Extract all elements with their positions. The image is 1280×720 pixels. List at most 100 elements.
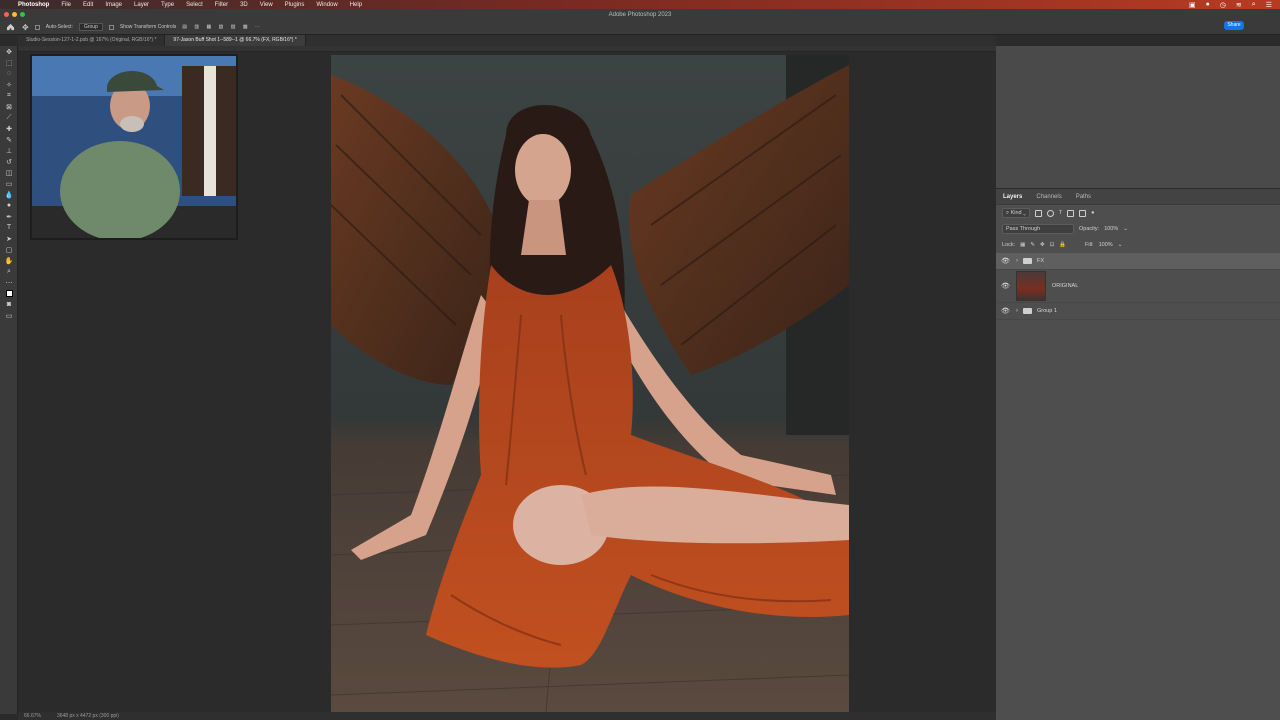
healing-brush-icon[interactable]: ✚ (0, 123, 18, 134)
layer-row-group-1[interactable]: 👁 › Group 1 (996, 303, 1280, 320)
tab-studio-session[interactable]: Studio-Session-127-1-2.psb @ 167% (Origi… (18, 35, 166, 46)
menu-view[interactable]: View (260, 2, 273, 8)
frame-tool-icon[interactable]: ⊠ (0, 101, 18, 112)
color-swatches-icon[interactable] (0, 288, 18, 299)
blur-tool-icon[interactable]: 💧 (0, 189, 18, 200)
history-brush-icon[interactable]: ↺ (0, 156, 18, 167)
layer-thumbnail[interactable] (1016, 271, 1046, 301)
move-tool-icon[interactable]: ✥ (0, 46, 18, 57)
tab-paths[interactable]: Paths (1069, 189, 1098, 205)
share-button[interactable]: Share (1224, 21, 1244, 30)
tools-panel: ✥ ⬚ ◌ ✧ ⌗ ⊠ ⟋ ✚ ✎ ⊥ ↺ ◫ ▭ 💧 ● ✒ T ➤ ▢ ✋ … (0, 46, 18, 714)
filter-kind-label: Kind (1010, 210, 1022, 216)
layer-name[interactable]: Group 1 (1037, 308, 1057, 314)
menu-edit[interactable]: Edit (83, 2, 93, 8)
tab-layers[interactable]: Layers (996, 189, 1029, 205)
opacity-value[interactable]: 100% (1104, 226, 1118, 232)
zoom-level[interactable]: 66.67% (24, 713, 41, 719)
visibility-eye-icon[interactable]: 👁 (1001, 282, 1010, 290)
lock-row: Lock: ▦ ✎ ✥ ⊡ 🔒 Fill: 100% ⌄ (996, 237, 1280, 253)
magic-wand-icon[interactable]: ✧ (0, 79, 18, 90)
opacity-chevron-icon[interactable]: ⌄ (1123, 226, 1128, 232)
expand-caret-icon[interactable]: › (1016, 258, 1018, 264)
blend-row: Pass Through Opacity: 100% ⌄ (996, 221, 1280, 237)
blend-mode-dropdown[interactable]: Pass Through (1002, 224, 1074, 234)
marquee-tool-icon[interactable]: ⬚ (0, 57, 18, 68)
menu-filter[interactable]: Filter (215, 2, 228, 8)
pen-tool-icon[interactable]: ✒ (0, 211, 18, 222)
empty-panel-area (996, 46, 1280, 189)
menu-plugins[interactable]: Plugins (285, 2, 305, 8)
menu-file[interactable]: File (61, 2, 71, 8)
fill-chevron-icon[interactable]: ⌄ (1118, 242, 1123, 248)
menu-app[interactable]: Photoshop (18, 2, 49, 8)
hand-tool-icon[interactable]: ✋ (0, 255, 18, 266)
options-bar: Adobe Photoshop 2023 ✥ Auto-Select: Grou… (0, 9, 1280, 35)
filter-smart-icon[interactable] (1079, 209, 1087, 217)
menu-help[interactable]: Help (350, 2, 362, 8)
screen-mode-icon[interactable]: ▭ (0, 310, 18, 321)
menu-3d[interactable]: 3D (240, 2, 248, 8)
transform-controls-checkbox[interactable] (108, 24, 114, 30)
filter-toggle-icon[interactable]: ● (1091, 210, 1094, 216)
control-center-icon[interactable]: ☰ (1266, 1, 1272, 9)
eraser-icon[interactable]: ◫ (0, 167, 18, 178)
layer-row-original[interactable]: 👁 ORIGINAL (996, 270, 1280, 303)
angel-photo (331, 55, 849, 712)
lock-position-icon[interactable]: ✥ (1040, 242, 1045, 248)
lock-all-icon[interactable]: 🔒 (1059, 242, 1066, 248)
menu-type[interactable]: Type (161, 2, 174, 8)
auto-select-dropdown[interactable]: Group (78, 23, 103, 31)
home-icon[interactable] (6, 23, 15, 31)
clock-icon[interactable]: ◷ (1220, 1, 1226, 9)
lock-pixels-icon[interactable]: ▦ (1020, 242, 1025, 248)
tab-channels[interactable]: Channels (1029, 189, 1068, 205)
transform-controls-label: Show Transform Controls (119, 24, 177, 30)
auto-select-checkbox[interactable] (34, 24, 40, 30)
filter-kind-dropdown[interactable]: ⌕ Kind ⌄ (1002, 208, 1030, 218)
visibility-eye-icon[interactable]: 👁 (1001, 307, 1010, 315)
menu-image[interactable]: Image (105, 2, 122, 8)
more-tools-icon[interactable]: ⋯ (0, 277, 18, 288)
layer-name[interactable]: FX (1037, 258, 1044, 264)
crop-tool-icon[interactable]: ⌗ (0, 90, 18, 101)
brush-tool-icon[interactable]: ✎ (0, 134, 18, 145)
type-tool-icon[interactable]: T (0, 222, 18, 233)
rectangle-tool-icon[interactable]: ▢ (0, 244, 18, 255)
zoom-tool-icon[interactable]: ⌕ (0, 266, 18, 277)
folder-icon (1023, 258, 1032, 264)
lock-paint-icon[interactable]: ✎ (1030, 242, 1035, 248)
window-icon[interactable]: ▣ (1189, 1, 1196, 9)
fill-value[interactable]: 100% (1099, 242, 1113, 248)
layer-row-fx[interactable]: 👁 › FX (996, 253, 1280, 270)
gradient-tool-icon[interactable]: ▭ (0, 178, 18, 189)
filter-shape-icon[interactable] (1067, 209, 1075, 217)
dodge-tool-icon[interactable]: ● (0, 200, 18, 211)
wifi-icon[interactable]: ≋ (1236, 1, 1242, 9)
doc-info[interactable]: 3648 px x 4472 px (300 ppi) (57, 713, 119, 719)
tab-jason-buff[interactable]: 97-Jason Buff Shot 1--589--1 @ 66.7% (FX… (165, 35, 306, 46)
stamp-tool-icon[interactable]: ⊥ (0, 145, 18, 156)
record-icon[interactable]: ● (1206, 1, 1210, 8)
move-tool-icon[interactable]: ✥ (22, 23, 29, 32)
visibility-eye-icon[interactable]: 👁 (1001, 257, 1010, 265)
quick-mask-icon[interactable]: ◙ (0, 299, 18, 310)
expand-caret-icon[interactable]: › (1016, 308, 1018, 314)
layers-panel: Layers Channels Paths ⌕ Kind ⌄ T ● Pass … (996, 189, 1280, 720)
layer-name[interactable]: ORIGINAL (1052, 283, 1078, 289)
menu-window[interactable]: Window (316, 2, 337, 8)
align-icons[interactable]: ▤ ▥ ▦ ▧ ▨ ▩ ⋯ (182, 24, 263, 30)
menu-select[interactable]: Select (186, 2, 203, 8)
lasso-tool-icon[interactable]: ◌ (0, 68, 18, 79)
horizontal-ruler (18, 46, 996, 52)
filter-adjustment-icon[interactable] (1046, 209, 1054, 217)
menu-layer[interactable]: Layer (134, 2, 149, 8)
search-icon[interactable]: ⌕ (1252, 1, 1256, 9)
layers-panel-tabs: Layers Channels Paths (996, 189, 1280, 205)
eyedropper-icon[interactable]: ⟋ (0, 112, 18, 123)
path-select-icon[interactable]: ➤ (0, 233, 18, 244)
filter-type-icon[interactable]: T (1059, 210, 1062, 216)
lock-artboard-icon[interactable]: ⊡ (1050, 242, 1055, 248)
document-canvas[interactable] (331, 55, 849, 712)
filter-pixel-icon[interactable] (1034, 209, 1042, 217)
